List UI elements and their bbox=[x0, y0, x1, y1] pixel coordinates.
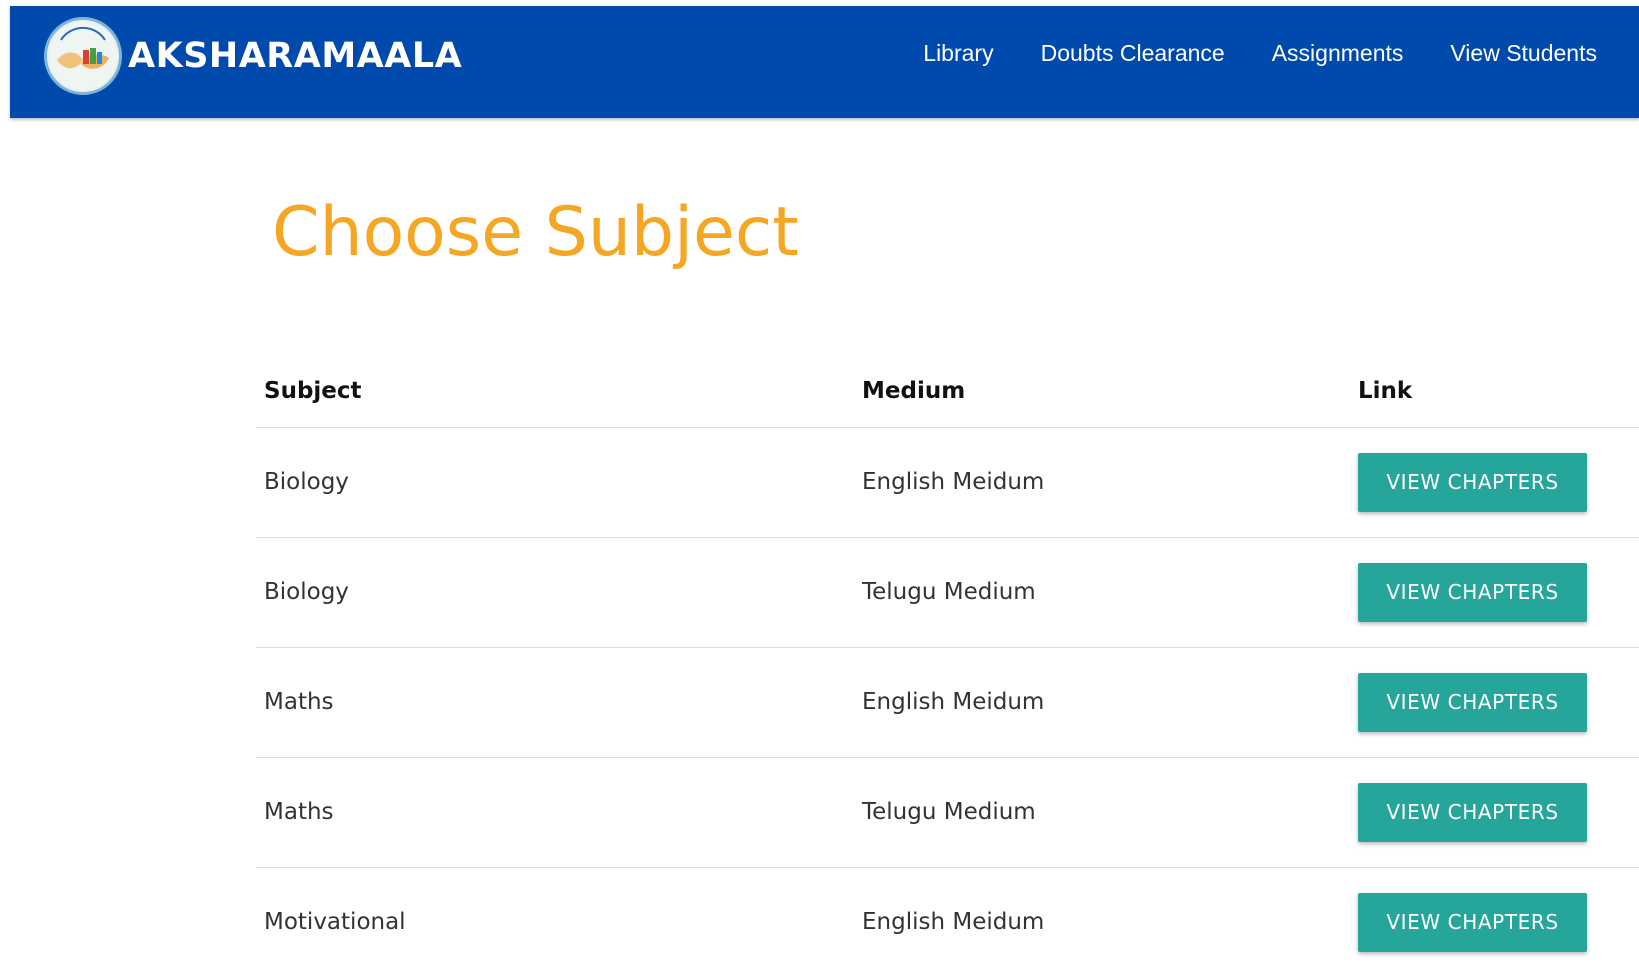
header-medium: Medium bbox=[854, 355, 1350, 428]
table-row: Motivational English Meidum VIEW CHAPTER… bbox=[256, 867, 1639, 977]
page-title: Choose Subject bbox=[272, 193, 799, 272]
nav-view-students[interactable]: View Students bbox=[1450, 40, 1597, 67]
view-chapters-button[interactable]: VIEW CHAPTERS bbox=[1358, 782, 1587, 842]
table-header-row: Subject Medium Link bbox=[256, 355, 1639, 428]
header-link: Link bbox=[1350, 355, 1639, 428]
subject-table: Subject Medium Link Biology English Meid… bbox=[256, 355, 1639, 977]
link-cell: VIEW CHAPTERS bbox=[1350, 647, 1639, 758]
medium-cell: English Meidum bbox=[862, 909, 1045, 936]
top-navbar: AKSHARAMAALA Library Doubts Clearance As… bbox=[10, 6, 1639, 118]
main-nav: Library Doubts Clearance Assignments Vie… bbox=[876, 36, 1597, 70]
subject-cell: Biology bbox=[256, 537, 854, 648]
table-row: Maths English Meidum VIEW CHAPTERS bbox=[256, 647, 1639, 758]
link-cell: VIEW CHAPTERS bbox=[1350, 757, 1639, 868]
medium-cell: English Meidum bbox=[854, 427, 1350, 538]
medium-cell: English Meidum bbox=[854, 647, 1350, 758]
nav-library[interactable]: Library bbox=[923, 40, 993, 67]
table-row: Maths Telugu Medium VIEW CHAPTERS bbox=[256, 757, 1639, 868]
view-chapters-button[interactable]: VIEW CHAPTERS bbox=[1358, 892, 1587, 952]
view-chapters-button[interactable]: VIEW CHAPTERS bbox=[1358, 672, 1587, 732]
header-subject: Subject bbox=[256, 355, 854, 428]
link-cell: VIEW CHAPTERS bbox=[1350, 427, 1639, 538]
medium-cell: Telugu Medium bbox=[854, 537, 1350, 648]
brand-name: AKSHARAMAALA bbox=[128, 36, 463, 76]
subject-cell: Motivational bbox=[264, 909, 406, 936]
subject-cell: Maths bbox=[256, 647, 854, 758]
view-chapters-button[interactable]: VIEW CHAPTERS bbox=[1358, 452, 1587, 512]
brand[interactable]: AKSHARAMAALA bbox=[44, 17, 462, 95]
subject-cell: Biology bbox=[256, 427, 854, 538]
table-row: Biology Telugu Medium VIEW CHAPTERS bbox=[256, 537, 1639, 648]
view-chapters-button[interactable]: VIEW CHAPTERS bbox=[1358, 562, 1587, 622]
aksharamaala-logo-icon bbox=[44, 17, 122, 95]
nav-doubts-clearance[interactable]: Doubts Clearance bbox=[1041, 40, 1225, 67]
medium-cell: Telugu Medium bbox=[854, 757, 1350, 868]
nav-assignments[interactable]: Assignments bbox=[1272, 40, 1404, 67]
subject-cell: Maths bbox=[256, 757, 854, 868]
table-row: Biology English Meidum VIEW CHAPTERS bbox=[256, 427, 1639, 538]
link-cell: VIEW CHAPTERS bbox=[1350, 537, 1639, 648]
link-cell: VIEW CHAPTERS bbox=[1350, 867, 1639, 977]
